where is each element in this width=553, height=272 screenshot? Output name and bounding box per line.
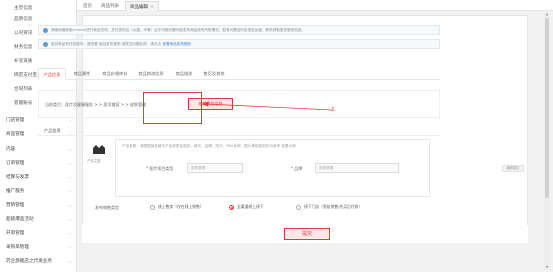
scroll-down-icon[interactable]: ▼: [544, 265, 550, 270]
sidebar-item[interactable]: 结算与发票 ›: [0, 172, 77, 183]
sidebar-item-label: 营销管理: [6, 203, 25, 208]
medical-type-select[interactable]: 皮肤管理: [187, 163, 243, 173]
sidebar-item-label: 主页信息: [14, 6, 33, 11]
medical-type-label: * 医疗项目类型: [146, 166, 174, 171]
sell-option-offline[interactable]: 线下门店（到店销售/先买后付款）: [296, 204, 362, 210]
sidebar-item-label: 财务信息: [14, 45, 33, 50]
chevron-right-icon: ›: [69, 203, 71, 208]
sell-type-label: 发布销售类型: [95, 205, 119, 210]
sidebar-item-label: 推广服务: [6, 189, 25, 194]
annotation-number: 3.: [331, 107, 336, 113]
sidebar-item-label: 品牌信息: [14, 17, 33, 22]
chevron-right-icon: ›: [69, 175, 71, 180]
sidebar-item[interactable]: 补充资质: [0, 56, 77, 67]
chevron-right-icon: ›: [69, 189, 71, 194]
tab-product-edit[interactable]: 商品编辑 ×: [125, 1, 159, 11]
notice-rules: 若对商品有任何疑问，请查看 商品发布规则 或提交问题反馈，请点击 查看商品发布规…: [38, 39, 440, 49]
sidebar-item-label: 采购单管理: [6, 245, 29, 250]
brand-label: * 品牌: [291, 166, 303, 171]
tab-product-attrs[interactable]: 商品属性: [68, 68, 96, 80]
sidebar-item[interactable]: 开单管理 ›: [0, 228, 77, 239]
annotation-highlight-box: [143, 92, 202, 124]
info-icon: [43, 41, 48, 47]
breadcrumb-product-list[interactable]: 商品列表: [101, 3, 119, 9]
sidebar-item-label: 公司资讯: [14, 31, 33, 36]
product-info-title: 产品信息: [44, 128, 61, 133]
sidebar-item[interactable]: 营销管理 ›: [0, 200, 77, 211]
submit-button[interactable]: 提交: [284, 228, 330, 240]
chevron-right-icon: ›: [69, 161, 71, 166]
breadcrumb-home[interactable]: 首页: [83, 3, 92, 9]
annotation-arrow: [202, 101, 333, 111]
tab-product-edit-label: 商品编辑: [130, 5, 148, 10]
product-image-label: 产品主图: [87, 159, 101, 163]
radio-selected-icon: [229, 204, 234, 210]
sidebar-item[interactable]: 主页信息: [0, 3, 77, 14]
scroll-up-icon[interactable]: ▲: [544, 12, 550, 17]
product-info-section: 产品信息: [38, 124, 440, 136]
sidebar-item-label: 内容: [6, 147, 16, 152]
breadcrumb-bar: 首页 商品列表 商品编辑 ×: [77, 0, 553, 11]
submit-bar: 提交: [82, 225, 528, 243]
sell-option-online[interactable]: 线上售卖（仅在线上销售）: [150, 204, 204, 210]
chevron-right-icon: ›: [69, 245, 71, 250]
product-image-icon[interactable]: [91, 142, 107, 158]
sidebar-item[interactable]: 订单管理 ›: [0, 158, 77, 169]
annotation-arrow-head: [202, 101, 209, 107]
info-icon: [43, 27, 48, 33]
sidebar-item-label: 超级爆品活动: [6, 217, 34, 222]
sidebar-item[interactable]: 推广服务 ›: [0, 186, 77, 197]
tab-price-stock[interactable]: 商品价格库存: [98, 68, 132, 80]
sidebar-item-label: 合同列表: [14, 87, 33, 92]
sidebar-item-label: 药企旗舰店之代发业务: [6, 259, 52, 264]
tab-product-info[interactable]: 产品信息: [38, 68, 66, 80]
product-tabs: 产品信息 商品属性 商品价格库存 商品物流信息 商品描述 售后及其他: [38, 68, 440, 80]
sidebar-item-label: 绑定支付宝: [14, 73, 37, 78]
notice-browser-text: 请使用最新版chrome进行商品发布，并在发布后（火狐、IE等）由于内核问题可能…: [51, 27, 306, 32]
scrollbar[interactable]: ▲ ▼: [544, 12, 550, 270]
sidebar-item[interactable]: 药企旗舰店之代发业务 ›: [0, 256, 77, 267]
notice-browser: 请使用最新版chrome进行商品发布，并在发布后（火狐、IE等）由于内核问题可能…: [38, 25, 440, 35]
radio-icon: [296, 204, 301, 210]
sidebar-item-label: 商品管理: [6, 132, 25, 137]
sidebar-item-label: 订单管理: [6, 161, 25, 166]
sidebar-item[interactable]: 采购单管理 ›: [0, 242, 77, 253]
close-icon[interactable]: ×: [150, 5, 154, 10]
sidebar-item[interactable]: 超级爆品活动 ›: [0, 214, 77, 225]
edit-category-tag[interactable]: 编辑类目: [502, 165, 524, 172]
tab-aftersale[interactable]: 售后及其他: [200, 68, 228, 80]
app-frame: 主页信息品牌信息公司资讯财务信息补充资质绑定支付宝合同列表客服账号门店管理 › 商品…: [0, 0, 553, 272]
tab-description[interactable]: 商品描述: [170, 68, 198, 80]
sell-option-all[interactable]: 全渠道线上线下: [229, 204, 264, 210]
sidebar-item-label: 补充资质: [14, 59, 33, 64]
annotation-arrow-line: [205, 103, 333, 111]
sidebar-item-label: 客服账号: [14, 101, 33, 106]
sidebar-item[interactable]: 内容 ›: [0, 144, 77, 155]
notice-rules-link[interactable]: 查看商品发布规则: [162, 42, 191, 46]
props-note: 产品参数：请根据商品填写产品资质及相关，填写，品牌，成分，SKU名称，图片等信息…: [122, 144, 296, 148]
sidebar-item-label: 门店管理: [6, 118, 25, 123]
sidebar-item[interactable]: 品牌信息: [0, 14, 77, 25]
current-category: 当前类目：医疗及健康服务 > > 医学美容 > > 皮肤管理: [45, 102, 147, 107]
chevron-right-icon: ›: [69, 217, 71, 222]
chevron-right-icon: ›: [69, 231, 71, 236]
radio-icon: [150, 204, 155, 210]
notice-rules-text: 若对商品有任何疑问，请查看 商品发布规则 或提交问题反馈，请点击 查看商品发布规…: [51, 41, 192, 46]
scrollbar-thumb[interactable]: [545, 18, 549, 198]
tab-logistics[interactable]: 商品物流信息: [134, 68, 168, 80]
sidebar-item-label: 开单管理: [6, 231, 25, 236]
sidebar-item-label: 结算与发票: [6, 175, 29, 180]
chevron-right-icon: ›: [69, 259, 71, 264]
brand-select[interactable]: 皮肤健康: [315, 163, 399, 173]
chevron-right-icon: ›: [69, 147, 71, 152]
